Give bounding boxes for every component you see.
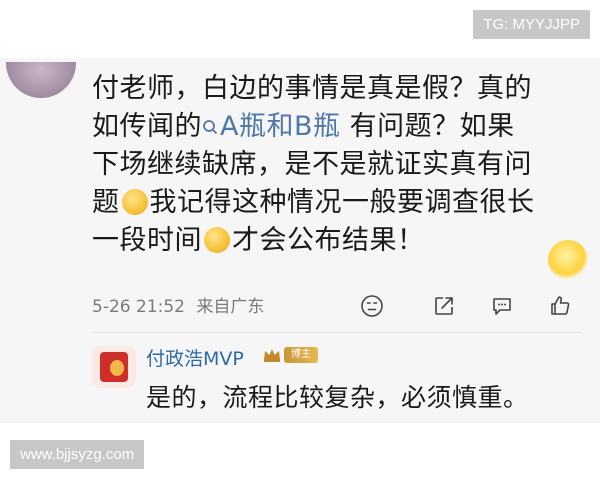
comment-line-5-end: 才会公布结果！ bbox=[232, 225, 425, 256]
dislike-face-icon[interactable] bbox=[360, 294, 384, 318]
comment-line-4: 题我记得这种情况一般要调查很长 bbox=[92, 184, 582, 222]
comment-meta: 5-26 21:52 来自广东 bbox=[92, 292, 264, 317]
comment-text: 付老师，白边的事情是真是假？真的 如传闻的 A瓶和B瓶 有问题？如果 下场继续缺席… bbox=[92, 70, 582, 260]
topic-label: A瓶和B瓶 bbox=[220, 111, 341, 142]
comment-line-1: 付老师，白边的事情是真是假？真的 bbox=[92, 73, 532, 104]
comment-line-5-start: 一段时间 bbox=[92, 225, 202, 256]
laughing-emoji-icon bbox=[121, 189, 148, 215]
comment-line-4-end: 我记得这种情况一般要调查很长 bbox=[149, 187, 535, 218]
watermark-top: TG: MYYJJPP bbox=[473, 10, 590, 39]
comment-line-5: 一段时间 才会公布结果！ bbox=[92, 222, 582, 260]
logo-dot bbox=[110, 360, 124, 376]
reply-divider bbox=[92, 332, 582, 333]
share-icon[interactable] bbox=[432, 294, 456, 318]
comment-line-4-start: 题 bbox=[92, 187, 120, 218]
like-icon[interactable] bbox=[548, 294, 572, 318]
reply-avatar[interactable] bbox=[92, 346, 136, 388]
comment-line-3: 下场继续缺席，是不是就证实真有问 bbox=[92, 149, 532, 180]
watermark-bottom: www.bjjsyzg.com bbox=[10, 440, 145, 469]
reply-author-name[interactable]: 付政浩MVP bbox=[146, 344, 244, 371]
crown-icon bbox=[264, 349, 280, 362]
reply-text: 是的，流程比较复杂，必须慎重。 bbox=[146, 383, 529, 412]
comment-icon[interactable] bbox=[490, 294, 514, 318]
search-icon bbox=[203, 120, 217, 134]
comment-line-2: 如传闻的 A瓶和B瓶 有问题？如果 bbox=[92, 108, 582, 146]
comment-line-2-start: 如传闻的 bbox=[92, 111, 202, 142]
thinking-emoji-icon bbox=[204, 227, 230, 253]
comment-time: 5-26 21:52 bbox=[92, 297, 185, 317]
sun-sticker-icon bbox=[548, 240, 588, 280]
comment-line-2-end: 有问题？如果 bbox=[340, 111, 515, 142]
comment-location: 来自广东 bbox=[196, 297, 265, 317]
blogger-badge: 博主 bbox=[284, 347, 318, 363]
topic-link[interactable]: A瓶和B瓶 bbox=[202, 111, 341, 142]
